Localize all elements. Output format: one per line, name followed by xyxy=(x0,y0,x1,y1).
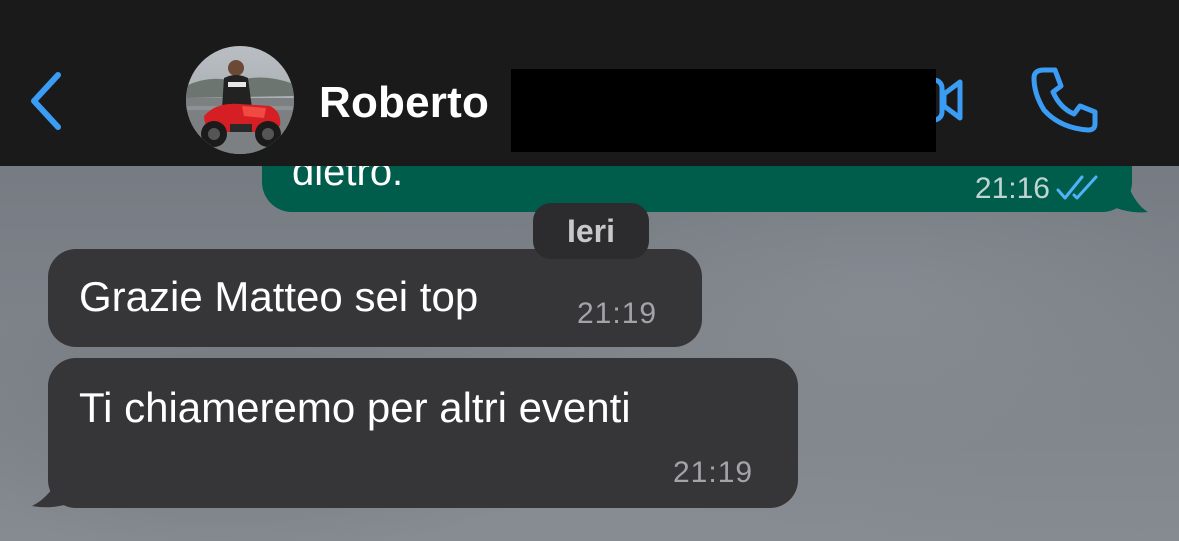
chevron-left-icon xyxy=(31,72,61,130)
date-separator: Ieri xyxy=(533,203,649,259)
incoming-message-bubble[interactable]: Grazie Matteo sei top 21:19 xyxy=(48,249,702,347)
double-check-read-icon xyxy=(1056,175,1098,200)
back-button[interactable] xyxy=(18,64,74,138)
contact-avatar-photo xyxy=(186,46,294,154)
phone-icon xyxy=(1031,67,1098,133)
chat-header: Roberto xyxy=(0,0,1179,166)
outgoing-message-time: 21:16 xyxy=(974,172,1050,205)
incoming-message-time: 21:19 xyxy=(577,297,658,330)
voice-call-button[interactable] xyxy=(1028,64,1100,136)
avatar[interactable] xyxy=(186,46,294,154)
incoming-message-bubble[interactable]: Ti chiameremo per altri eventi 21:19 xyxy=(48,358,798,508)
incoming-message-text: Ti chiameremo per altri eventi xyxy=(79,384,631,431)
redaction-block xyxy=(511,69,936,152)
contact-name[interactable]: Roberto xyxy=(319,78,489,128)
incoming-message-text: Grazie Matteo sei top xyxy=(79,273,479,320)
incoming-message-time: 21:19 xyxy=(673,456,754,489)
